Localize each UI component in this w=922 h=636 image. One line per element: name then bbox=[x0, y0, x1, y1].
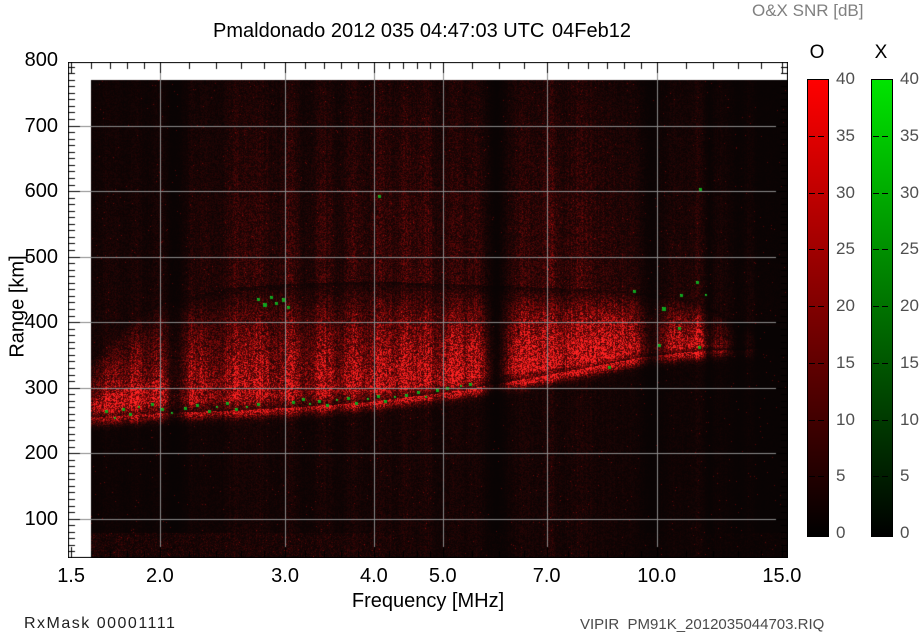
colorbar-tick-label: 5 bbox=[900, 466, 910, 486]
colorbar-tick-mark bbox=[809, 306, 815, 307]
colorbar-tick-mark bbox=[809, 249, 815, 250]
colorbar-tick-mark bbox=[818, 136, 824, 137]
y-tick-label: 500 bbox=[24, 245, 58, 268]
rxmask-text: RxMask 00001111 bbox=[24, 615, 177, 632]
colorbar-tick-label: 0 bbox=[836, 523, 846, 542]
colorbar-tick-label: 10 bbox=[900, 409, 919, 429]
colorbar-tick-mark bbox=[873, 249, 879, 250]
colorbar-tick-label: 5 bbox=[836, 466, 846, 486]
colorbar-tick-mark bbox=[882, 476, 888, 477]
colorbar-tick-mark bbox=[882, 249, 888, 250]
colorbar-O bbox=[807, 79, 829, 537]
colorbar-tick-mark bbox=[818, 193, 824, 194]
colorbar-tick-mark bbox=[809, 476, 815, 477]
colorbar-tick-mark bbox=[882, 533, 888, 534]
colorbar-tick-mark bbox=[818, 306, 824, 307]
colorbar-tick-mark bbox=[809, 420, 815, 421]
colorbar-title: O&X SNR [dB] bbox=[752, 1, 864, 20]
colorbar-tick-mark bbox=[873, 306, 879, 307]
x-tick-label: 5.0 bbox=[428, 565, 457, 587]
colorbar-tick-label: 0 bbox=[900, 523, 910, 542]
colorbar-tick-label: 35 bbox=[836, 125, 855, 145]
x-tick-label: 4.0 bbox=[359, 565, 388, 587]
y-tick-label: 300 bbox=[24, 376, 58, 399]
colorbar-tick-mark bbox=[882, 306, 888, 307]
ionogram-canvas bbox=[68, 62, 788, 558]
plot-date: 04Feb12 bbox=[552, 20, 631, 42]
colorbar-tick-label: 15 bbox=[836, 352, 855, 372]
colorbar-tick-mark bbox=[818, 476, 824, 477]
colorbar-O-label: O bbox=[809, 42, 825, 63]
x-tick-label: 3.0 bbox=[271, 565, 299, 587]
y-tick-label: 700 bbox=[24, 114, 58, 137]
colorbar-tick-label: 25 bbox=[836, 239, 855, 259]
x-tick-label: 15.0 bbox=[762, 565, 802, 587]
y-tick-label: 400 bbox=[24, 311, 58, 334]
x-tick-label: 1.5 bbox=[57, 565, 85, 587]
colorbar-tick-mark bbox=[809, 363, 815, 364]
colorbar-tick-label: 35 bbox=[900, 125, 919, 145]
colorbar-tick-mark bbox=[873, 476, 879, 477]
colorbar-tick-mark bbox=[882, 193, 888, 194]
colorbar-tick-mark bbox=[873, 420, 879, 421]
colorbar-tick-mark bbox=[818, 420, 824, 421]
colorbar-tick-mark bbox=[882, 363, 888, 364]
source-file-text: VIPIR PM91K_2012035044703.RIQ bbox=[580, 616, 825, 633]
y-tick-label: 100 bbox=[24, 507, 58, 530]
colorbar-tick-label: 30 bbox=[836, 182, 855, 202]
colorbar-tick-label: 20 bbox=[900, 296, 919, 315]
y-tick-label: 800 bbox=[24, 49, 58, 72]
colorbar-tick-mark bbox=[873, 136, 879, 137]
colorbar-tick-mark bbox=[873, 363, 879, 364]
y-tick-label: 600 bbox=[24, 180, 58, 203]
colorbar-tick-mark bbox=[809, 193, 815, 194]
colorbar-tick-mark bbox=[809, 533, 815, 534]
colorbar-tick-mark bbox=[873, 193, 879, 194]
colorbar-tick-mark bbox=[818, 249, 824, 250]
colorbar-tick-label: 40 bbox=[900, 69, 919, 88]
colorbar-tick-mark bbox=[809, 136, 815, 137]
colorbar-tick-mark bbox=[818, 533, 824, 534]
colorbar-tick-label: 30 bbox=[900, 182, 919, 202]
colorbar-tick-mark bbox=[873, 533, 879, 534]
colorbar-X-label: X bbox=[874, 42, 888, 63]
x-tick-label: 7.0 bbox=[532, 565, 561, 587]
colorbar-tick-mark bbox=[818, 363, 824, 364]
x-tick-label: 10.0 bbox=[637, 565, 677, 587]
ionogram-figure: Pmaldonado 2012 035 04:47:03 UTC 04Feb12… bbox=[0, 0, 922, 636]
colorbar-tick-label: 20 bbox=[836, 296, 855, 315]
x-axis-label: Frequency [MHz] bbox=[351, 590, 505, 612]
colorbar-tick-label: 40 bbox=[836, 69, 855, 88]
colorbar-tick-label: 25 bbox=[900, 239, 919, 259]
colorbar-tick-mark bbox=[882, 136, 888, 137]
x-tick-label: 2.0 bbox=[146, 565, 174, 587]
colorbar-tick-label: 10 bbox=[836, 409, 855, 429]
plot-title: Pmaldonado 2012 035 04:47:03 UTC bbox=[213, 20, 545, 42]
colorbar-tick-mark bbox=[882, 420, 888, 421]
y-tick-label: 200 bbox=[24, 442, 58, 465]
colorbar-tick-label: 15 bbox=[900, 352, 919, 372]
